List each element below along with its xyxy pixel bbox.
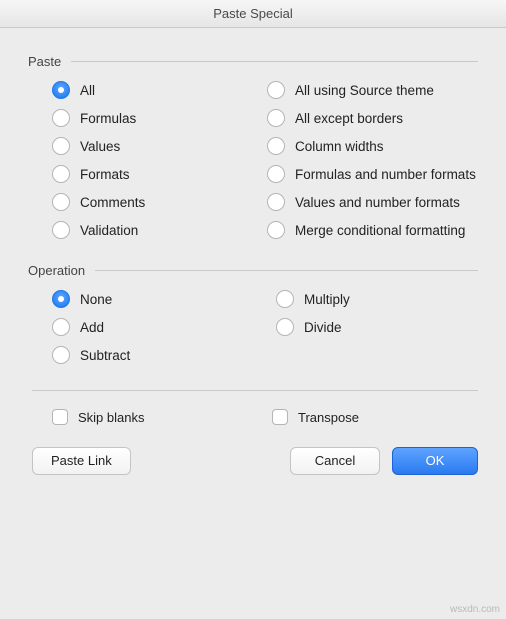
radio-validation[interactable]: Validation (52, 221, 263, 239)
radio-label: All (80, 83, 95, 98)
radio-indicator (276, 290, 294, 308)
radio-label: Formats (80, 167, 130, 182)
radio-label: Merge conditional formatting (295, 223, 465, 238)
checkbox-label: Skip blanks (78, 410, 144, 425)
checkbox-skip-blanks[interactable]: Skip blanks (52, 409, 272, 425)
radio-label: All except borders (295, 111, 403, 126)
ok-button[interactable]: OK (392, 447, 478, 475)
radio-indicator (267, 81, 285, 99)
paste-special-dialog: Paste Special Paste All All using Source… (0, 0, 506, 619)
dialog-content: Paste All All using Source theme Formula… (0, 28, 506, 604)
radio-subtract[interactable]: Subtract (52, 346, 272, 364)
radio-indicator (52, 81, 70, 99)
watermark: wsxdn.com (0, 604, 506, 619)
divider (71, 61, 478, 62)
radio-indicator (276, 318, 294, 336)
radio-all-except-borders[interactable]: All except borders (267, 109, 478, 127)
radio-all[interactable]: All (52, 81, 263, 99)
radio-label: Subtract (80, 348, 130, 363)
checkbox-transpose[interactable]: Transpose (272, 409, 478, 425)
radio-label: Multiply (304, 292, 350, 307)
dialog-title: Paste Special (0, 0, 506, 28)
paste-options: All All using Source theme Formulas All … (28, 81, 478, 239)
radio-values[interactable]: Values (52, 137, 263, 155)
group-label-paste: Paste (28, 54, 478, 69)
radio-label: Values (80, 139, 120, 154)
checkbox-row: Skip blanks Transpose (28, 409, 478, 425)
radio-label: Formulas and number formats (295, 167, 476, 182)
radio-column-widths[interactable]: Column widths (267, 137, 478, 155)
radio-formulas-number-formats[interactable]: Formulas and number formats (267, 165, 478, 183)
radio-all-source-theme[interactable]: All using Source theme (267, 81, 478, 99)
radio-merge-conditional-formatting[interactable]: Merge conditional formatting (267, 221, 478, 239)
radio-indicator (52, 109, 70, 127)
radio-label: Divide (304, 320, 342, 335)
radio-indicator (267, 221, 285, 239)
radio-label: Validation (80, 223, 138, 238)
radio-multiply[interactable]: Multiply (276, 290, 478, 308)
cancel-button[interactable]: Cancel (290, 447, 380, 475)
paste-link-button[interactable]: Paste Link (32, 447, 131, 475)
checkbox-label: Transpose (298, 410, 359, 425)
radio-label: Formulas (80, 111, 136, 126)
radio-indicator (52, 165, 70, 183)
radio-indicator (52, 137, 70, 155)
radio-indicator (267, 165, 285, 183)
radio-label: All using Source theme (295, 83, 434, 98)
radio-none[interactable]: None (52, 290, 272, 308)
radio-indicator (267, 137, 285, 155)
radio-add[interactable]: Add (52, 318, 272, 336)
checkbox-indicator (272, 409, 288, 425)
radio-comments[interactable]: Comments (52, 193, 263, 211)
divider (95, 270, 478, 271)
radio-label: None (80, 292, 112, 307)
radio-values-number-formats[interactable]: Values and number formats (267, 193, 478, 211)
group-label-operation-text: Operation (28, 263, 85, 278)
radio-label: Add (80, 320, 104, 335)
radio-indicator (267, 193, 285, 211)
radio-indicator (52, 221, 70, 239)
radio-indicator (52, 193, 70, 211)
radio-divide[interactable]: Divide (276, 318, 478, 336)
radio-indicator (52, 318, 70, 336)
group-label-operation: Operation (28, 263, 478, 278)
group-label-paste-text: Paste (28, 54, 61, 69)
radio-formulas[interactable]: Formulas (52, 109, 263, 127)
radio-indicator (267, 109, 285, 127)
radio-indicator (52, 346, 70, 364)
radio-label: Column widths (295, 139, 384, 154)
checkbox-indicator (52, 409, 68, 425)
radio-label: Values and number formats (295, 195, 460, 210)
button-row: Paste Link Cancel OK (28, 447, 478, 481)
operation-options: None Multiply Add Divide Subtract (28, 290, 478, 364)
radio-formats[interactable]: Formats (52, 165, 263, 183)
radio-indicator (52, 290, 70, 308)
divider (32, 390, 478, 391)
radio-label: Comments (80, 195, 145, 210)
divider-row (28, 390, 478, 391)
